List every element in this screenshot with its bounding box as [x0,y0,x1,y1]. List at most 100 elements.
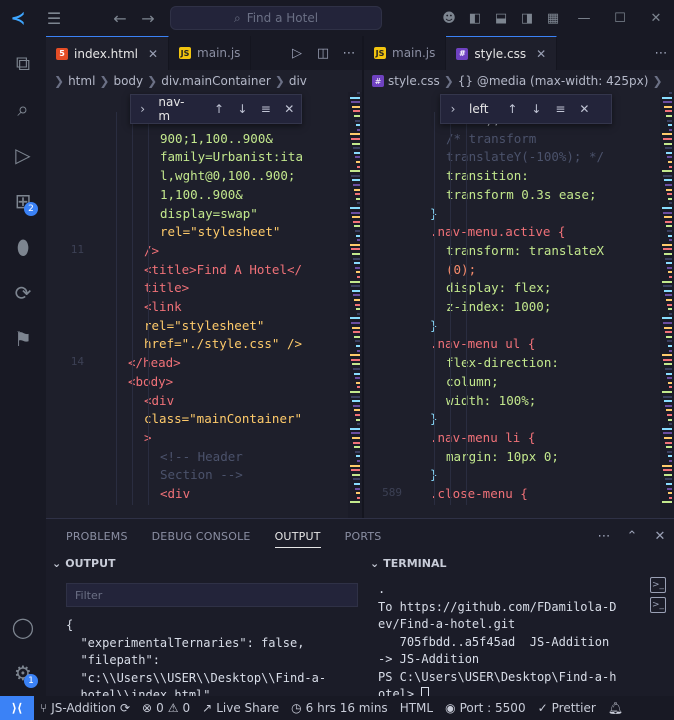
code-line[interactable]: 589 .close-menu { [364,486,660,505]
previous-match-icon[interactable]: ↑ [207,102,230,116]
back-arrow-icon[interactable]: ← [106,0,134,36]
code-line[interactable]: href="./style.css" /> [46,336,348,355]
live-share-button[interactable]: ↗ Live Share [196,701,285,715]
breadcrumb-item[interactable]: div.mainContainer [161,74,271,88]
tab-main-js[interactable]: JS main.js [364,36,447,70]
prettier-indicator[interactable]: ✓ Prettier [532,701,602,715]
explorer-icon[interactable]: ⧉ [0,40,46,86]
code-line[interactable]: <div [46,486,348,505]
code-line[interactable]: 11 /> [46,243,348,262]
code-line[interactable]: l,wght@0,100..900; [46,168,348,187]
minimize-icon[interactable]: — [566,0,602,36]
code-line[interactable]: <title>Find A Hotel</ [46,262,348,281]
code-line[interactable]: family=Urbanist:ita [46,149,348,168]
close-panel-icon[interactable]: ✕ [646,529,674,544]
code-line[interactable]: title> [46,280,348,299]
command-center-search[interactable]: ⌕ Find a Hotel [170,6,382,30]
next-match-icon[interactable]: ↓ [524,102,548,116]
more-actions-icon[interactable]: ⋯ [590,529,618,544]
remote-explorer-icon[interactable]: ⟳ [0,270,46,316]
bookmark-icon[interactable]: ⚑ [0,316,46,362]
branch-indicator[interactable]: ⑂ JS-Addition ⟳ [34,701,136,715]
toggle-secondary-sidebar-icon[interactable]: ◨ [514,0,540,36]
breadcrumb-item[interactable]: div [289,74,307,88]
code-line[interactable]: .nav-menu ul { [364,336,660,355]
tab-problems[interactable]: PROBLEMS [66,530,128,543]
port-indicator[interactable]: ◉ Port : 5500 [439,701,531,715]
terminal-output[interactable]: . To https://github.com/FDamilola-D ev/F… [378,581,638,704]
code-editor[interactable]: <link 900;1,100..900&family=Urbanist:ita l… [46,92,348,518]
tab-ports[interactable]: PORTS [345,530,382,543]
code-line[interactable]: translateY(-100%); */ [364,149,660,168]
tab-output[interactable]: OUTPUT [274,530,321,548]
code-line[interactable]: 14 </head> [46,355,348,374]
next-match-icon[interactable]: ↓ [231,102,254,116]
code-line[interactable]: Section --> [46,467,348,486]
terminal-instance-icon[interactable]: >_ [650,597,666,613]
code-line[interactable]: } [364,318,660,337]
accounts-icon[interactable]: ◯ [0,604,46,650]
minimap[interactable] [348,92,362,518]
close-tab-icon[interactable]: ✕ [536,47,546,61]
run-icon[interactable]: ▷ [284,46,310,61]
code-line[interactable]: 1,100..900& [46,187,348,206]
previous-match-icon[interactable]: ↑ [500,102,524,116]
code-line[interactable]: z-index: 1000; [364,299,660,318]
notifications-icon[interactable]: 🔔︎ [602,701,629,715]
code-line[interactable]: class="mainContainer" [46,411,348,430]
search-icon[interactable]: ⌕ [0,86,46,132]
code-line[interactable]: transform: translateX [364,243,660,262]
run-debug-icon[interactable]: ▷ [0,132,46,178]
toggle-primary-sidebar-icon[interactable]: ◧ [462,0,488,36]
code-line[interactable]: rel="stylesheet" [46,318,348,337]
code-line[interactable]: > [46,430,348,449]
close-find-icon[interactable]: ✕ [572,102,596,116]
code-line[interactable]: display=swap" [46,206,348,225]
close-find-icon[interactable]: ✕ [278,102,301,116]
code-line[interactable]: } [364,467,660,486]
maximize-panel-icon[interactable]: ⌃ [618,529,646,544]
maximize-icon[interactable]: ☐ [602,0,638,36]
language-mode[interactable]: HTML [394,701,439,715]
code-line[interactable]: width: 100%; [364,393,660,412]
code-line[interactable]: transition: [364,168,660,187]
code-line[interactable]: } [364,411,660,430]
code-editor[interactable]: 5);/* transformtranslateY(-100%); */tran… [364,92,660,518]
find-input[interactable]: left [465,102,500,116]
code-line[interactable]: <div [46,393,348,412]
extensions-icon[interactable]: ⊞ 2 [0,178,46,224]
code-line[interactable]: } [364,206,660,225]
code-line[interactable]: column; [364,374,660,393]
settings-gear-icon[interactable]: ⚙ 1 [0,650,46,696]
find-input[interactable]: nav-m [154,95,207,123]
code-line[interactable]: rel="stylesheet" [46,224,348,243]
terminal-header[interactable]: ⌄ TERMINAL [364,553,674,573]
close-window-icon[interactable]: ✕ [638,0,674,36]
output-filter-input[interactable]: Filter [66,583,358,607]
tab-main-js[interactable]: JS main.js [169,36,252,70]
code-line[interactable]: <body> [46,374,348,393]
expand-replace-icon[interactable]: › [131,102,154,116]
droplet-icon[interactable]: ⬮ [0,224,46,270]
code-line[interactable]: margin: 10px 0; [364,449,660,468]
code-line[interactable]: transform 0.3s ease; [364,187,660,206]
tab-debug-console[interactable]: DEBUG CONSOLE [152,530,251,543]
code-line[interactable]: <!-- Header [46,449,348,468]
code-line[interactable]: /* transform [364,131,660,150]
forward-arrow-icon[interactable]: → [134,0,162,36]
toggle-panel-icon[interactable]: ⬓ [488,0,514,36]
breadcrumb-item[interactable]: style.css [388,74,440,88]
expand-replace-icon[interactable]: › [441,102,465,116]
terminal-instance-icon[interactable]: >_ [650,577,666,593]
close-tab-icon[interactable]: ✕ [148,47,158,61]
code-line[interactable]: 900;1,100..900& [46,131,348,150]
find-in-selection-icon[interactable]: ≡ [254,102,277,116]
breadcrumb-item[interactable]: body [113,74,143,88]
breadcrumb-item[interactable]: html [68,74,95,88]
tab-style-css[interactable]: # style.css ✕ [446,36,558,70]
problems-indicator[interactable]: ⊗ 0 ⚠ 0 [136,701,196,715]
code-line[interactable]: flex-direction: [364,355,660,374]
minimap[interactable] [660,92,674,518]
split-editor-icon[interactable]: ◫ [310,46,336,61]
tab-index-html[interactable]: 5 index.html ✕ [46,36,170,70]
